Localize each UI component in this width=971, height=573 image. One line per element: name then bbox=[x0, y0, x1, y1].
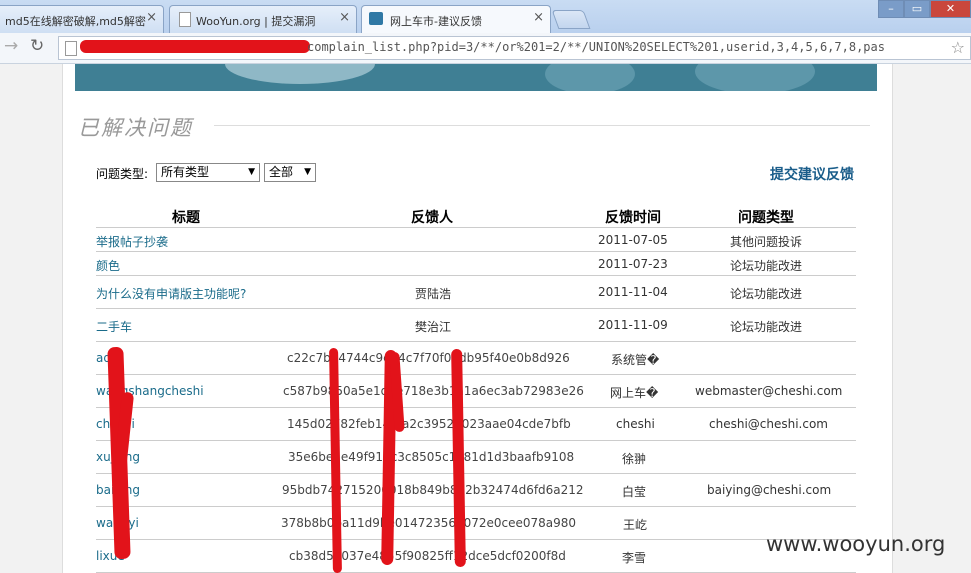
row-divider bbox=[96, 275, 856, 276]
row-date: 2011-11-04 bbox=[598, 285, 668, 299]
row-divider bbox=[96, 227, 856, 228]
watermark-text: www.wooyun.org bbox=[766, 532, 946, 556]
document-icon bbox=[179, 12, 191, 27]
row-type: 论坛功能改进 bbox=[730, 259, 803, 273]
row-type: 论坛功能改进 bbox=[730, 320, 803, 334]
col-header-title: 标题 bbox=[172, 210, 200, 226]
page-gutter-right bbox=[892, 64, 971, 573]
row-name: 系统管� bbox=[611, 353, 660, 367]
row-divider bbox=[96, 251, 856, 252]
row-email: cheshi@cheshi.com bbox=[709, 417, 828, 431]
row-divider bbox=[96, 308, 856, 309]
tab-label: WooYun.org | 提交漏洞 bbox=[196, 15, 316, 28]
maximize-button[interactable]: ▭ bbox=[904, 0, 930, 18]
site-banner bbox=[75, 64, 877, 91]
col-header-date: 反馈时间 bbox=[605, 210, 661, 226]
row-name: cheshi bbox=[616, 417, 655, 431]
row-hash: c587b9850a5e1dbe718e3b1a1a6ec3ab72983e26 bbox=[283, 384, 584, 398]
row-divider bbox=[96, 473, 856, 474]
submit-feedback-link[interactable]: 提交建议反馈 bbox=[770, 164, 854, 184]
row-divider bbox=[96, 407, 856, 408]
back-arrow-icon[interactable]: → bbox=[4, 36, 18, 56]
title-divider bbox=[214, 125, 870, 126]
row-divider bbox=[96, 374, 856, 375]
reload-icon[interactable]: ↻ bbox=[30, 36, 44, 56]
tab-md5[interactable]: md5在线解密破解,md5解密 × bbox=[0, 5, 164, 33]
row-title-link[interactable]: 为什么没有申请版主功能呢? bbox=[96, 285, 246, 302]
close-icon[interactable]: × bbox=[533, 10, 544, 25]
type-select-value: 所有类型 bbox=[161, 165, 210, 179]
chevron-down-icon: ▼ bbox=[304, 167, 311, 177]
page-icon bbox=[65, 41, 77, 56]
tab-wooyun[interactable]: WooYun.org | 提交漏洞 × bbox=[169, 5, 357, 33]
row-user: 贾陆浩 bbox=[415, 287, 452, 301]
chevron-down-icon: ▼ bbox=[248, 167, 255, 177]
scope-select[interactable]: 全部 ▼ bbox=[264, 163, 316, 182]
row-divider bbox=[96, 506, 856, 507]
row-type: 论坛功能改进 bbox=[730, 287, 803, 301]
row-hash: cb38d59037e4855f90825ff12dce5dcf0200f8d bbox=[289, 549, 566, 563]
row-title-link[interactable]: 举报帖子抄袭 bbox=[96, 233, 168, 250]
row-type: 其他问题投诉 bbox=[730, 235, 803, 249]
row-name: 网上车� bbox=[610, 386, 659, 400]
tab-cheshi[interactable]: 网上车市-建议反馈 × bbox=[361, 5, 551, 34]
row-name: 李雪 bbox=[622, 551, 647, 565]
row-date: 2011-07-05 bbox=[598, 233, 668, 247]
close-icon[interactable]: × bbox=[146, 10, 157, 25]
row-email: webmaster@cheshi.com bbox=[695, 384, 843, 398]
row-divider bbox=[96, 539, 856, 540]
row-name: 白莹 bbox=[622, 485, 647, 499]
page-title: 已解决问题 bbox=[78, 116, 193, 140]
row-hash: 378b8b0ba11d9be014723564072e0cee078a980 bbox=[281, 516, 577, 530]
url-text: complain_list.php?pid=3/**/or%201=2/**/U… bbox=[307, 40, 885, 54]
row-name: 王屹 bbox=[623, 518, 648, 532]
filter-label: 问题类型: bbox=[96, 167, 149, 181]
bookmark-star-icon[interactable]: ☆ bbox=[951, 38, 965, 57]
type-select[interactable]: 所有类型 ▼ bbox=[156, 163, 260, 182]
tab-strip: md5在线解密破解,md5解密 × WooYun.org | 提交漏洞 × 网上… bbox=[0, 0, 971, 34]
close-icon[interactable]: × bbox=[339, 10, 350, 25]
tab-label: 网上车市-建议反馈 bbox=[390, 15, 482, 28]
col-header-type: 问题类型 bbox=[738, 210, 794, 226]
row-title-link[interactable]: 颜色 bbox=[96, 257, 120, 274]
row-email: baiying@cheshi.com bbox=[707, 483, 832, 497]
row-user: 樊治江 bbox=[415, 320, 452, 334]
row-divider bbox=[96, 341, 856, 342]
scope-select-value: 全部 bbox=[269, 165, 294, 179]
row-divider bbox=[96, 440, 856, 441]
row-date: 2011-07-23 bbox=[598, 257, 668, 271]
col-header-user: 反馈人 bbox=[411, 210, 453, 226]
page-gutter-left bbox=[0, 64, 63, 573]
redacted-domain bbox=[80, 40, 310, 53]
row-date: 2011-11-09 bbox=[598, 318, 668, 332]
new-tab-button[interactable] bbox=[551, 10, 591, 29]
row-name: 徐翀 bbox=[622, 452, 647, 466]
row-hash: 95bdb742715200018b849b832b32474d6fd6a212 bbox=[282, 483, 584, 497]
close-window-button[interactable]: ✕ bbox=[930, 0, 971, 18]
minimize-button[interactable]: – bbox=[878, 0, 904, 18]
row-title-link[interactable]: 二手车 bbox=[96, 318, 132, 335]
car-site-icon bbox=[369, 12, 383, 25]
tab-label: md5在线解密破解,md5解密 bbox=[5, 15, 146, 28]
